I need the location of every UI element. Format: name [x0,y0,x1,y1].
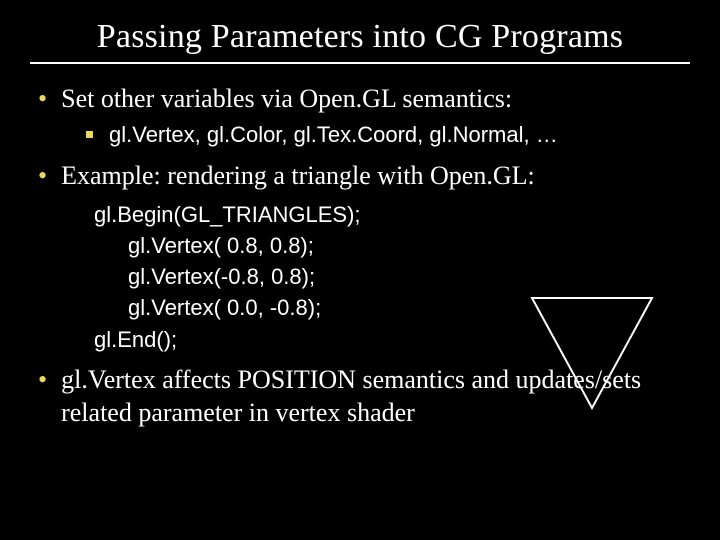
title-underline [30,62,690,64]
slide: Passing Parameters into CG Programs • Se… [0,0,720,540]
code-line-1: gl.Begin(GL_TRIANGLES); [94,199,696,230]
code-line-2: gl.Vertex( 0.8, 0.8); [94,230,696,261]
slide-title: Passing Parameters into CG Programs [24,18,696,56]
triangle-figure [522,288,662,418]
subbullet-1: gl.Vertex, gl.Color, gl.Tex.Coord, gl.No… [86,121,696,149]
bullet-icon: • [38,363,47,396]
bullet-1-text: Set other variables via Open.GL semantic… [61,82,512,115]
bullet-icon: • [38,82,47,115]
bullet-2-text: Example: rendering a triangle with Open.… [61,159,535,192]
bullet-1: • Set other variables via Open.GL semant… [38,82,696,115]
subbullet-icon [86,131,93,138]
bullet-icon: • [38,159,47,192]
subbullet-1-text: gl.Vertex, gl.Color, gl.Tex.Coord, gl.No… [109,121,558,149]
bullet-2: • Example: rendering a triangle with Ope… [38,159,696,192]
